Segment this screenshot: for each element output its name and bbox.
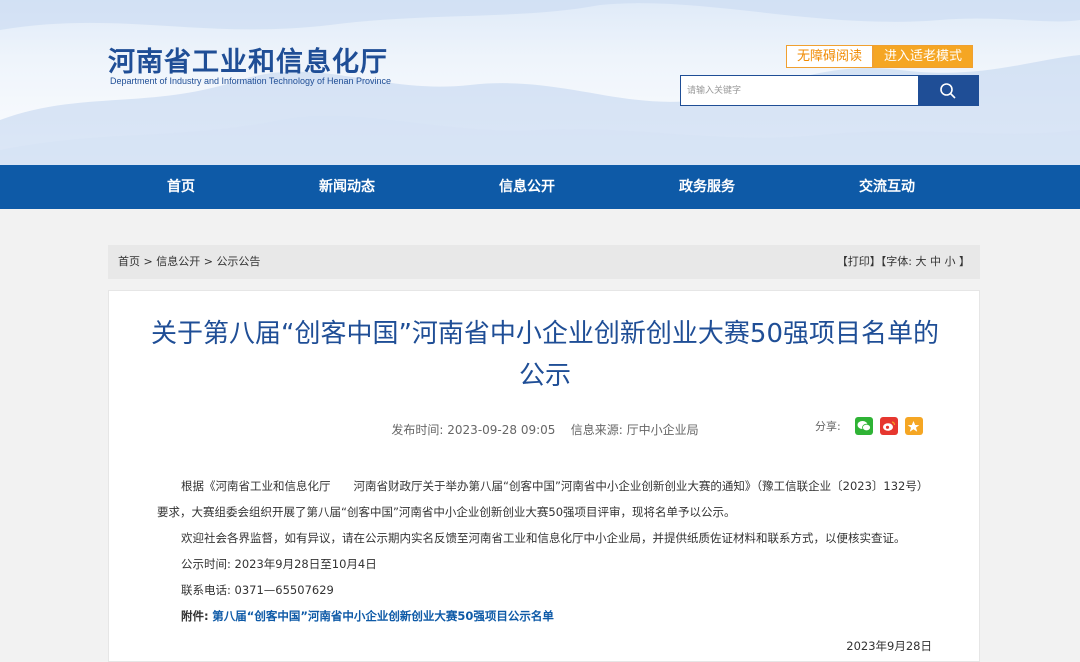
source-label: 信息来源: — [570, 423, 623, 437]
article-body: 根据《河南省工业和信息化厅 河南省财政厅关于举办第八届“创客中国”河南省中小企业… — [157, 473, 932, 659]
breadcrumb-separator: > — [200, 255, 217, 268]
breadcrumb-info[interactable]: 信息公开 — [156, 255, 200, 268]
accessibility-reading-button[interactable]: 无障碍阅读 — [786, 45, 874, 68]
accessibility-buttons: 无障碍阅读 进入适老模式 — [786, 45, 974, 68]
article-date: 2023年9月28日 — [846, 639, 932, 653]
print-font-tools[interactable]: 【打印】【字体: 大 中 小 】 — [837, 245, 970, 279]
breadcrumb-notice[interactable]: 公示公告 — [216, 255, 260, 268]
share-bar: 分享: — [815, 417, 923, 435]
period-label: 公示时间: — [181, 557, 231, 571]
breadcrumb-separator: > — [140, 255, 157, 268]
notice-period: 公示时间: 2023年9月28日至10月4日 — [157, 551, 932, 577]
period-value: 2023年9月28日至10月4日 — [234, 557, 377, 571]
main-nav: 首页 新闻动态 信息公开 政务服务 交流互动 — [0, 165, 1080, 209]
search-box — [680, 75, 979, 106]
publish-time-label: 发布时间: — [391, 423, 444, 437]
nav-item-news[interactable]: 新闻动态 — [319, 165, 375, 209]
contact-phone: 联系电话: 0371—65507629 — [157, 577, 932, 603]
phone-value: 0371—65507629 — [234, 583, 334, 597]
attachment-label: 附件: — [181, 609, 209, 623]
breadcrumb-bar: 首页 > 信息公开 > 公示公告 【打印】【字体: 大 中 小 】 — [108, 245, 980, 279]
breadcrumb-home[interactable]: 首页 — [118, 255, 140, 268]
weibo-icon[interactable] — [879, 417, 898, 435]
header-banner: 河南省工业和信息化厅 Department of Industry and In… — [0, 0, 1080, 165]
nav-item-interaction[interactable]: 交流互动 — [859, 165, 915, 209]
search-input[interactable] — [681, 76, 918, 105]
nav-item-info[interactable]: 信息公开 — [499, 165, 555, 209]
article-panel: 关于第八届“创客中国”河南省中小企业创新创业大赛50强项目名单的公示 发布时间:… — [108, 290, 980, 662]
nav-item-services[interactable]: 政务服务 — [679, 165, 735, 209]
paragraph-2: 欢迎社会各界监督，如有异议，请在公示期内实名反馈至河南省工业和信息化厅中小企业局… — [181, 531, 906, 545]
nav-item-home[interactable]: 首页 — [167, 165, 195, 209]
breadcrumb: 首页 > 信息公开 > 公示公告 — [118, 245, 260, 279]
wechat-icon[interactable] — [854, 417, 873, 435]
attachment-link[interactable]: 第八届“创客中国”河南省中小企业创新创业大赛50强项目公示名单 — [212, 609, 554, 623]
search-button[interactable] — [918, 76, 978, 105]
source: 厅中小企业局 — [626, 423, 699, 437]
site-logo-cn[interactable]: 河南省工业和信息化厅 — [108, 40, 388, 79]
site-logo-en: Department of Industry and Information T… — [110, 76, 391, 86]
search-icon — [940, 82, 956, 99]
paragraph-1: 根据《河南省工业和信息化厅 河南省财政厅关于举办第八届“创客中国”河南省中小企业… — [157, 479, 929, 519]
elderly-mode-button[interactable]: 进入适老模式 — [873, 45, 974, 68]
publish-time: 2023-09-28 09:05 — [447, 423, 556, 437]
attachment-row: 附件: 第八届“创客中国”河南省中小企业创新创业大赛50强项目公示名单 — [157, 603, 932, 629]
qzone-star-icon[interactable] — [904, 417, 923, 435]
share-label: 分享: — [815, 420, 841, 433]
article-title: 关于第八届“创客中国”河南省中小企业创新创业大赛50强项目名单的公示 — [150, 319, 940, 391]
phone-label: 联系电话: — [181, 583, 231, 597]
